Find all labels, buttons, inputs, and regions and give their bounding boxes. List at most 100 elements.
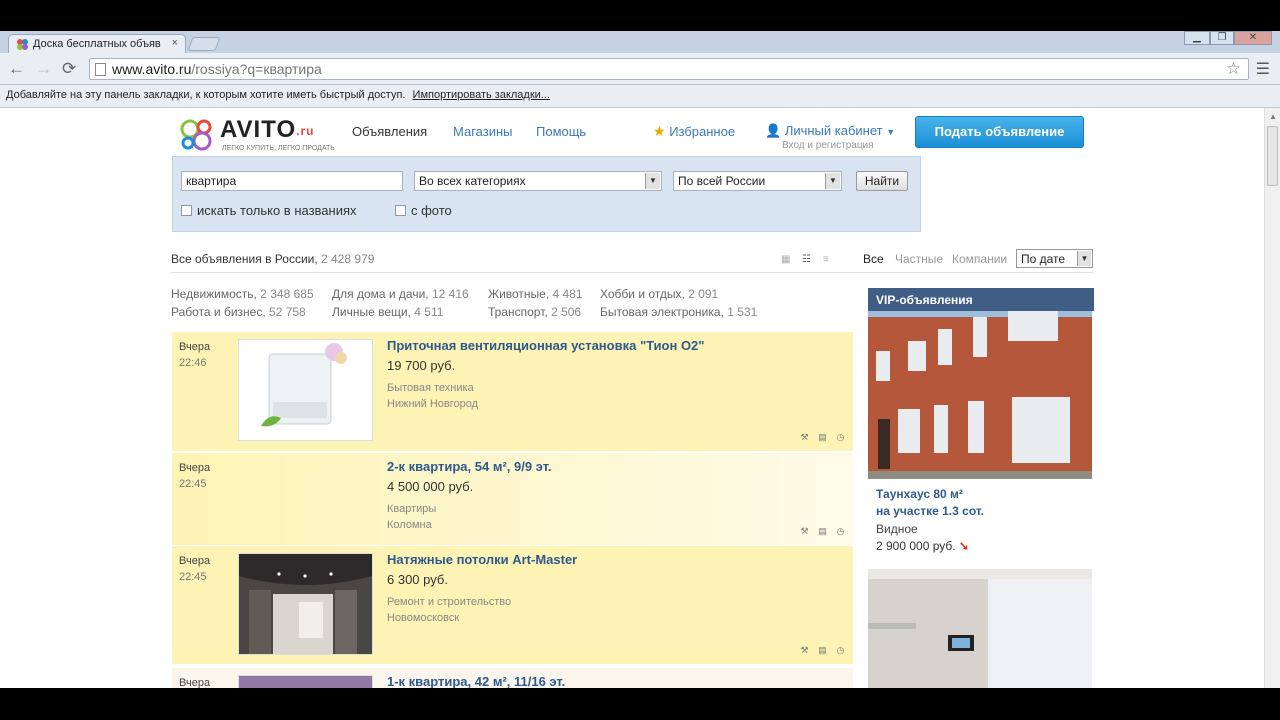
browser-window: Доска бесплатных объяв × ▁ ❐ ✕ ← → ⟳ www…	[0, 31, 1280, 688]
page-content: AVITO.ru ЛЕГКО КУПИТЬ, ЛЕГКО ПРОДАТЬ Объ…	[0, 108, 1264, 688]
address-bar[interactable]: www.avito.ru/rossiya?q=квартира ☆	[89, 58, 1249, 80]
only-titles-label: искать только в названиях	[197, 203, 357, 218]
hammer-icon[interactable]: ⚒	[799, 432, 810, 443]
nav-shops[interactable]: Магазины	[453, 124, 513, 139]
user-icon: 👤	[765, 123, 782, 138]
clock-icon[interactable]: ◷	[835, 432, 846, 443]
logo-text: AVITO.ru	[220, 116, 314, 144]
listing-title[interactable]: 2-к квартира, 54 м², 9/9 эт.	[387, 459, 552, 474]
category-select[interactable]: Во всех категориях ▼	[414, 171, 662, 191]
bookmark-star-icon[interactable]: ☆	[1226, 59, 1241, 79]
tab-close-icon[interactable]: ×	[172, 37, 178, 49]
category-link[interactable]: Хобби и отдых, 2 091	[600, 285, 757, 303]
category-count: 12 416	[431, 287, 469, 301]
cabinet-sub: Вход и регистрация	[782, 140, 874, 151]
category-name: Работа и бизнес,	[171, 305, 266, 319]
import-bookmarks-link[interactable]: Импортировать закладки...	[413, 89, 550, 101]
tab-title: Доска бесплатных объяв	[33, 38, 161, 50]
forward-icon[interactable]: →	[35, 60, 52, 77]
category-link[interactable]: Животные, 4 481	[488, 285, 583, 303]
listing-title[interactable]: Приточная вентиляционная установка "Тион…	[387, 338, 704, 353]
listing-photo[interactable]	[238, 675, 373, 688]
bookmarks-bar: Добавляйте на эту панель закладки, к кот…	[0, 85, 1280, 108]
cabinet-link[interactable]: 👤 Личный кабинет ▼ Вход и регистрация	[765, 123, 895, 151]
notepad-icon[interactable]: ▤	[817, 432, 828, 443]
listing-category: Квартиры	[387, 503, 437, 515]
listing-title[interactable]: 1-к квартира, 42 м², 11/16 эт.	[387, 674, 565, 688]
vip-photo[interactable]	[868, 569, 1092, 688]
compact-view-icon[interactable]: ≡	[823, 254, 836, 265]
chevron-down-icon: ▼	[1077, 251, 1091, 266]
price-down-arrow-icon: ➘	[958, 539, 970, 553]
region-select[interactable]: По всей России ▼	[673, 171, 842, 191]
page-scrollbar[interactable]: ▲	[1264, 108, 1280, 688]
summary-count: 2 428 979	[321, 252, 375, 266]
tab-strip: Доска бесплатных объяв × ▁ ❐ ✕	[0, 31, 1280, 53]
view-switcher: ▦ ☷ ≡	[781, 254, 836, 265]
close-window-icon[interactable]: ✕	[1234, 31, 1272, 45]
browser-tab[interactable]: Доска бесплатных объяв ×	[8, 34, 186, 53]
category-link[interactable]: Недвижимость, 2 348 685	[171, 285, 314, 303]
hammer-icon[interactable]: ⚒	[799, 526, 810, 537]
category-count: 1 531	[727, 305, 758, 319]
category-column: Хобби и отдых, 2 091 Бытовая электроника…	[600, 285, 757, 321]
category-link[interactable]: Транспорт, 2 506	[488, 303, 583, 321]
with-photo-checkbox[interactable]: с фото	[395, 203, 452, 218]
list-view-icon[interactable]: ☷	[802, 254, 815, 265]
new-tab-button[interactable]	[187, 37, 221, 51]
minimize-icon[interactable]: ▁	[1184, 31, 1210, 45]
nav-help[interactable]: Помощь	[536, 124, 586, 139]
listing-price: 19 700 руб.	[387, 358, 456, 373]
favorites-link[interactable]: ★ Избранное	[653, 123, 735, 140]
divider	[171, 272, 1093, 273]
listing-photo[interactable]	[238, 553, 373, 655]
clock-icon[interactable]: ◷	[835, 645, 846, 656]
category-value: Во всех категориях	[419, 174, 526, 188]
maximize-icon[interactable]: ❐	[1210, 31, 1234, 45]
vip-title[interactable]: Таунхаус 80 м² на участке 1.3 сот.	[868, 479, 1094, 520]
search-input[interactable]: квартира	[181, 171, 403, 191]
post-ad-button[interactable]: Подать объявление	[915, 116, 1084, 148]
gallery-view-icon[interactable]: ▦	[781, 254, 794, 265]
listing-photo[interactable]	[238, 339, 373, 441]
nav-listings[interactable]: Объявления	[352, 124, 427, 139]
scroll-up-icon[interactable]: ▲	[1269, 112, 1277, 121]
checkbox-icon	[395, 205, 406, 216]
avito-logo[interactable]: AVITO.ru ЛЕГКО КУПИТЬ, ЛЕГКО ПРОДАТЬ	[178, 113, 338, 153]
window-controls: ▁ ❐ ✕	[1184, 31, 1272, 45]
listing-item[interactable]: Вчера 22:46 Приточная вентиляционная уста…	[172, 332, 853, 451]
listing-category: Бытовая техника	[387, 382, 474, 394]
clock-icon[interactable]: ◷	[835, 526, 846, 537]
sort-select[interactable]: По дате ▼	[1016, 249, 1093, 268]
listing-item[interactable]: Вчера 22:45 Натяжные потолки Art-Master 6…	[172, 546, 853, 664]
filter-private[interactable]: Частные	[895, 252, 943, 266]
category-name: Личные вещи,	[332, 305, 411, 319]
avito-favicon-icon	[17, 39, 28, 50]
hammer-icon[interactable]: ⚒	[799, 645, 810, 656]
reload-icon[interactable]: ⟳	[62, 60, 76, 77]
notepad-icon[interactable]: ▤	[817, 645, 828, 656]
listing-item[interactable]: Вчера 1-к квартира, 42 м², 11/16 эт.	[172, 668, 853, 688]
vip-photo[interactable]	[868, 311, 1092, 479]
listing-title[interactable]: Натяжные потолки Art-Master	[387, 552, 577, 567]
back-icon[interactable]: ←	[8, 60, 25, 77]
filter-all[interactable]: Все	[863, 252, 884, 266]
url-path: /rossiya?q=квартира	[191, 61, 322, 77]
menu-icon[interactable]: ☰	[1256, 59, 1270, 79]
category-link[interactable]: Бытовая электроника, 1 531	[600, 303, 757, 321]
filter-companies[interactable]: Компании	[952, 252, 1007, 266]
scrollbar-thumb[interactable]	[1267, 126, 1278, 186]
search-panel: квартира Во всех категориях ▼ По всей Ро…	[172, 156, 921, 232]
only-titles-checkbox[interactable]: искать только в названиях	[181, 203, 357, 218]
favorites-label: Избранное	[669, 124, 736, 139]
category-link[interactable]: Работа и бизнес, 52 758	[171, 303, 314, 321]
vip-title-line: на участке 1.3 сот.	[876, 504, 985, 518]
listing-day: Вчера	[179, 677, 211, 688]
listing-item[interactable]: Вчера 22:45 2-к квартира, 54 м², 9/9 эт. …	[172, 453, 853, 545]
notepad-icon[interactable]: ▤	[817, 526, 828, 537]
listing-day: Вчера	[179, 462, 211, 474]
category-link[interactable]: Личные вещи, 4 511	[332, 303, 469, 321]
category-link[interactable]: Для дома и дачи, 12 416	[332, 285, 469, 303]
listing-category: Ремонт и строительство	[387, 596, 512, 608]
find-button[interactable]: Найти	[856, 171, 908, 191]
